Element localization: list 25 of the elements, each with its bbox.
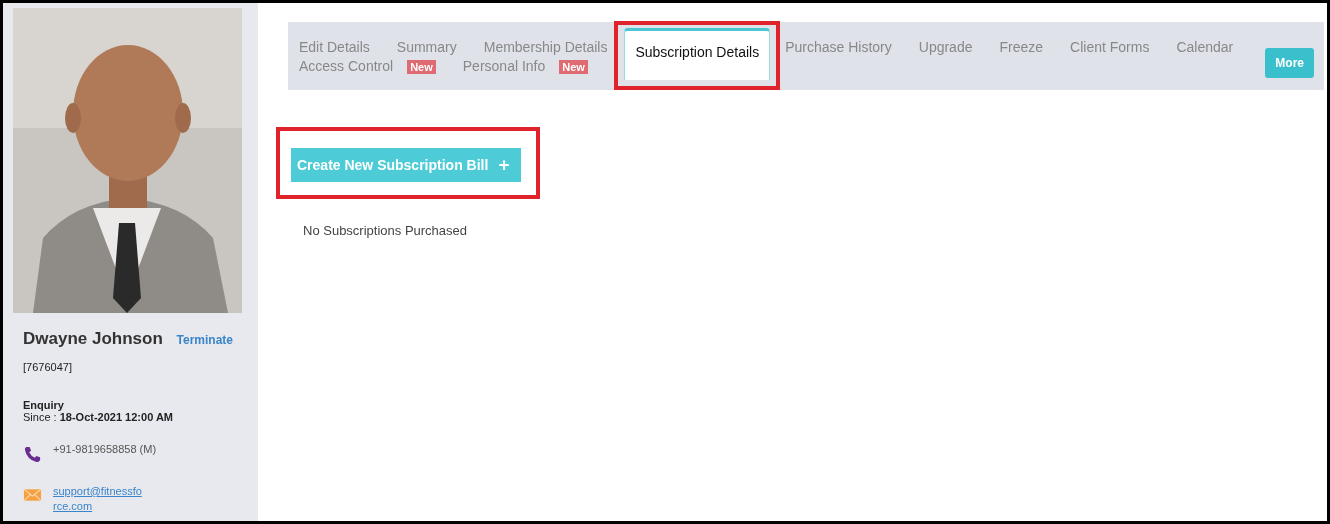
new-badge: New [407,59,436,74]
phone-icon [23,445,42,464]
terminate-link[interactable]: Terminate [176,333,233,347]
mail-icon [23,488,42,502]
empty-message: No Subscriptions Purchased [303,223,469,238]
tab[interactable]: Subscription Details [624,27,771,80]
tab[interactable]: Purchase History [785,38,892,57]
phone-number: +91-9819658858 (M) [53,443,157,455]
create-bill-button[interactable]: Create New Subscription Bill + [291,148,522,182]
tab[interactable]: Edit Details [299,38,370,57]
tab[interactable]: Access Control [299,57,394,76]
tab[interactable]: Membership Details [483,38,608,57]
more-button[interactable]: More [1265,48,1314,78]
tab[interactable]: Upgrade [918,38,973,57]
client-name: Dwayne Johnson [23,329,163,349]
client-id: [7676047] [23,361,73,373]
tab[interactable]: Personal Info [462,57,546,76]
client-status: Enquiry [23,399,65,411]
tab[interactable]: Client Forms [1070,38,1150,57]
new-badge: New [559,59,588,74]
email-link[interactable]: support@fitnessfo rce.com [53,484,153,514]
since-date: Since : 18-Oct-2021 12:00 AM [23,411,174,423]
tab[interactable]: Summary [396,38,457,57]
tab[interactable]: Calendar [1176,38,1234,57]
tab[interactable]: Freeze [999,38,1044,57]
